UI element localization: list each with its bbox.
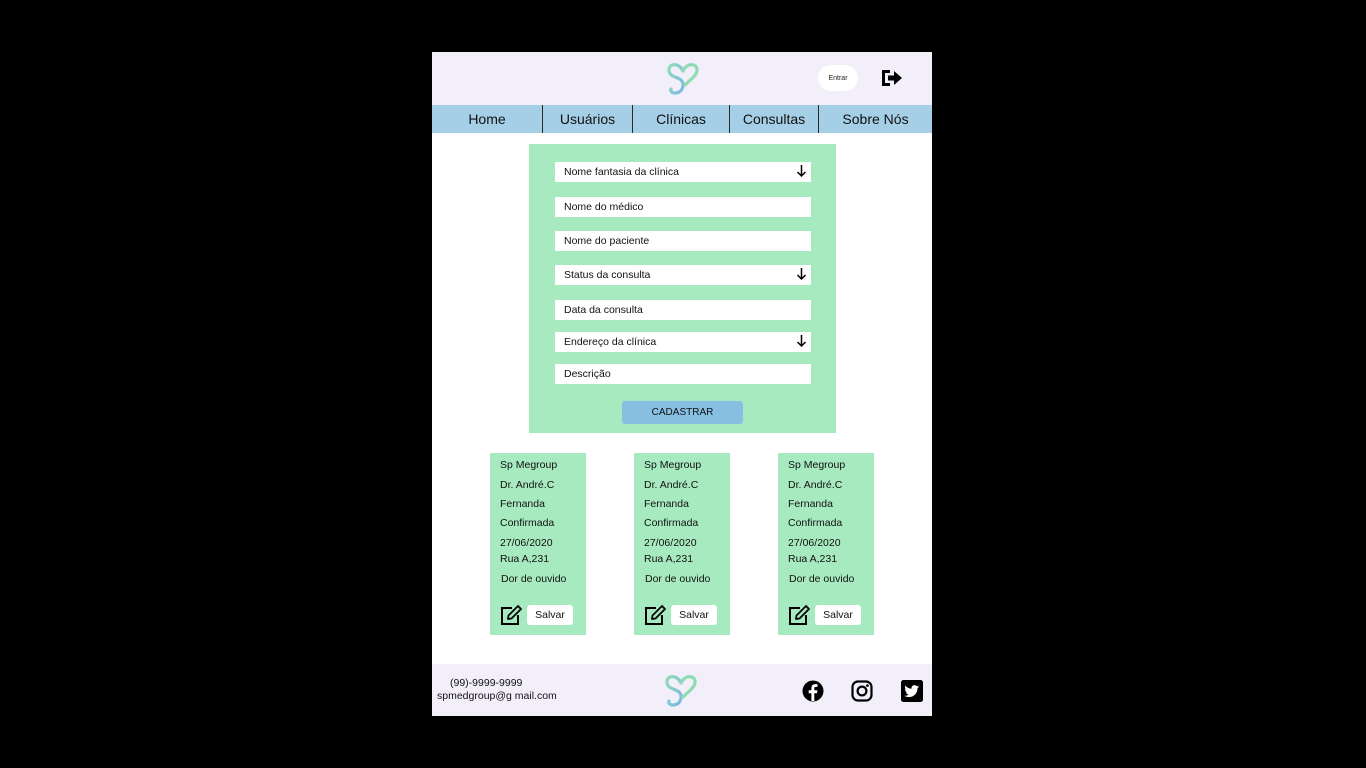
card-doctor: Dr. André.C [500, 479, 555, 491]
card-description: Dor de ouvido [789, 573, 855, 585]
card-status: Confirmada [644, 517, 699, 529]
facebook-icon[interactable] [802, 680, 824, 702]
address-placeholder: Endereço da clínica [564, 336, 657, 348]
card-address: Rua A,231 [788, 553, 838, 565]
card-date: 27/06/2020 [788, 537, 841, 549]
arrow-down-icon [796, 165, 807, 178]
nav-item-usuarios[interactable]: Usuários [543, 105, 633, 133]
consulta-card: Sp Megroup Dr. André.C Fernanda Confirma… [778, 453, 874, 635]
description-placeholder: Descrição [564, 368, 611, 380]
edit-icon[interactable] [643, 604, 668, 626]
consulta-card: Sp Megroup Dr. André.C Fernanda Confirma… [490, 453, 586, 635]
twitter-icon[interactable] [901, 680, 923, 702]
card-patient: Fernanda [788, 498, 833, 510]
card-patient: Fernanda [500, 498, 545, 510]
nav-item-sobre-nos[interactable]: Sobre Nós [819, 105, 932, 133]
doctor-name-field[interactable]: Nome do médico [555, 197, 811, 217]
arrow-down-icon [796, 335, 807, 348]
consulta-card: Sp Megroup Dr. André.C Fernanda Confirma… [634, 453, 730, 635]
card-status: Confirmada [500, 517, 555, 529]
clinic-name-placeholder: Nome fantasia da clínica [564, 166, 679, 178]
card-description: Dor de ouvido [501, 573, 567, 585]
sp-heart-logo[interactable] [664, 59, 702, 97]
card-clinic: Sp Megroup [500, 459, 558, 471]
save-button[interactable]: Salvar [671, 605, 717, 625]
card-clinic: Sp Megroup [644, 459, 702, 471]
card-status: Confirmada [788, 517, 843, 529]
main-nav: Home Usuários Clínicas Consultas Sobre N… [432, 105, 932, 133]
card-address: Rua A,231 [500, 553, 550, 565]
card-doctor: Dr. André.C [644, 479, 699, 491]
sp-heart-logo[interactable] [662, 671, 700, 709]
clinic-name-select[interactable]: Nome fantasia da clínica [555, 162, 811, 182]
card-date: 27/06/2020 [500, 537, 553, 549]
patient-name-placeholder: Nome do paciente [564, 235, 650, 247]
footer-email: spmedgroup@g mail.com [437, 690, 557, 702]
instagram-icon[interactable] [851, 680, 873, 702]
edit-icon[interactable] [787, 604, 812, 626]
nav-item-home[interactable]: Home [432, 105, 543, 133]
card-clinic: Sp Megroup [788, 459, 846, 471]
date-placeholder: Data da consulta [564, 304, 643, 316]
save-button[interactable]: Salvar [815, 605, 861, 625]
description-field[interactable]: Descrição [555, 364, 811, 384]
footer: (99)-9999-9999 spmedgroup@g mail.com [432, 664, 932, 716]
edit-icon[interactable] [499, 604, 524, 626]
nav-item-consultas[interactable]: Consultas [730, 105, 819, 133]
card-doctor: Dr. André.C [788, 479, 843, 491]
patient-name-field[interactable]: Nome do paciente [555, 231, 811, 251]
card-patient: Fernanda [644, 498, 689, 510]
doctor-name-placeholder: Nome do médico [564, 201, 644, 213]
header: Entrar [432, 52, 932, 105]
card-address: Rua A,231 [644, 553, 694, 565]
save-button[interactable]: Salvar [527, 605, 573, 625]
status-select[interactable]: Status da consulta [555, 265, 811, 285]
nav-item-clinicas[interactable]: Clínicas [633, 105, 730, 133]
footer-phone: (99)-9999-9999 [450, 677, 523, 689]
consulta-form: Nome fantasia da clínica Nome do médico … [529, 144, 836, 433]
card-date: 27/06/2020 [644, 537, 697, 549]
arrow-down-icon [796, 268, 807, 281]
date-field[interactable]: Data da consulta [555, 300, 811, 320]
page: Entrar Home Usuários Clínicas Consultas … [432, 52, 932, 716]
card-description: Dor de ouvido [645, 573, 711, 585]
address-select[interactable]: Endereço da clínica [555, 332, 811, 352]
enter-button[interactable]: Entrar [818, 65, 858, 91]
cadastrar-button[interactable]: CADASTRAR [622, 401, 743, 424]
logout-icon[interactable] [880, 67, 904, 89]
status-placeholder: Status da consulta [564, 269, 651, 281]
